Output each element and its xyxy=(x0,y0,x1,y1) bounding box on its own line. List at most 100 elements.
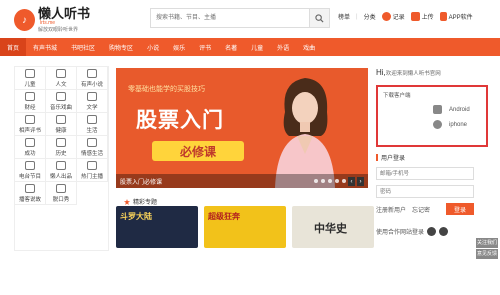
thumb-china-history[interactable]: 中华史 xyxy=(292,206,374,248)
site-logo[interactable]: ♪ 懒人听书lrts.me 解放双眼聆听世界 xyxy=(14,6,104,33)
top-bar: ♪ 懒人听书lrts.me 解放双眼聆听世界 榜单 | 分类 记录 上传 APP… xyxy=(0,0,500,36)
banner-title: 股票入门 xyxy=(136,109,224,132)
star-icon xyxy=(124,198,130,205)
nav-item-opera[interactable]: 戏曲 xyxy=(296,38,322,56)
search-input[interactable] xyxy=(151,9,309,27)
carousel-dots[interactable] xyxy=(314,179,346,183)
category-humanities[interactable]: 人文 xyxy=(46,67,77,90)
document-icon xyxy=(87,91,97,101)
category-children[interactable]: 儿童 xyxy=(15,67,46,90)
promo-banner[interactable]: 零基础也能学的买股技巧 股票入门 必修课 股票入门必修课 ‹ › xyxy=(116,68,368,188)
logo-domain: lrts.me xyxy=(40,20,56,26)
qq-login-icon[interactable] xyxy=(439,227,449,236)
category-crosstalk[interactable]: 相声评书 xyxy=(15,113,46,136)
password-input[interactable] xyxy=(376,185,474,198)
category-health[interactable]: 健康 xyxy=(46,113,77,136)
record-icon xyxy=(381,12,391,21)
phone-icon xyxy=(439,12,447,21)
banner-subtitle: 零基础也能学的买股技巧 xyxy=(128,86,205,93)
coin-icon xyxy=(25,91,35,101)
featured-thumbnails: 斗罗大陆 超级狂奔 中华史 xyxy=(116,206,374,248)
login-panel: 用户登录 注册新用户 忘记密 登录 使用合作网站登录 xyxy=(376,153,488,236)
person-icon xyxy=(56,68,66,78)
nav-item-pingshu[interactable]: 评书 xyxy=(192,38,218,56)
microphone-icon xyxy=(87,160,97,170)
floating-toolbar: 关注我们 意见反馈 xyxy=(476,238,498,260)
speech-icon xyxy=(25,183,35,193)
nav-item-language[interactable]: 外语 xyxy=(270,38,296,56)
login-button[interactable]: 登录 xyxy=(446,203,474,215)
nav-item-bookstore[interactable]: 有声书城 xyxy=(26,38,64,56)
register-link[interactable]: 注册新用户 xyxy=(376,205,406,214)
weibo-login-icon[interactable] xyxy=(427,227,437,236)
upload-icon xyxy=(410,12,420,21)
category-history[interactable]: 历史 xyxy=(46,136,77,159)
category-audio-novel[interactable]: 有声小说 xyxy=(77,67,108,90)
category-music-opera[interactable]: 音乐戏曲 xyxy=(46,90,77,113)
top-links: 榜单 | 分类 记录 上传 APP软件 xyxy=(338,12,473,21)
username-input[interactable] xyxy=(376,167,474,180)
category-success[interactable]: 成功 xyxy=(15,136,46,159)
category-hot-anchor[interactable]: 热门主播 xyxy=(77,159,108,182)
upload-link[interactable]: 上传 xyxy=(410,12,434,21)
nav-item-entertainment[interactable]: 娱乐 xyxy=(166,38,192,56)
category-emotion[interactable]: 情感生活 xyxy=(77,136,108,159)
download-label: 下载客户端 xyxy=(383,93,411,99)
follow-us-button[interactable]: 关注我们 xyxy=(476,238,498,248)
iphone-download[interactable]: iphone xyxy=(433,120,481,129)
music-icon xyxy=(56,91,66,101)
search-bar xyxy=(150,8,330,28)
thumb-super-run[interactable]: 超级狂奔 xyxy=(204,206,286,248)
carousel-next-button[interactable]: › xyxy=(357,177,364,186)
right-panel: Hi,欢迎来到懒人听书官网 下载客户端 Android iphone 用户登录 … xyxy=(376,68,488,236)
partner-login-label: 使用合作网站登录 xyxy=(376,230,425,236)
star-icon xyxy=(56,160,66,170)
nav-item-shopping[interactable]: 购物专区 xyxy=(102,38,140,56)
feedback-button[interactable]: 意见反馈 xyxy=(476,249,498,259)
category-literature[interactable]: 文学 xyxy=(77,90,108,113)
leaf-icon xyxy=(87,114,97,124)
fan-icon xyxy=(25,114,35,124)
ranking-link[interactable]: 榜单 xyxy=(338,12,350,21)
category-lrts-original[interactable]: 懒人出品 xyxy=(46,159,77,182)
radio-icon xyxy=(25,160,35,170)
app-link[interactable]: APP软件 xyxy=(439,12,473,21)
android-download[interactable]: Android xyxy=(433,105,481,114)
android-icon xyxy=(433,105,442,114)
banner-pill: 必修课 xyxy=(152,141,244,161)
category-link[interactable]: 分类 xyxy=(364,12,376,21)
child-icon xyxy=(25,68,35,78)
category-life[interactable]: 生活 xyxy=(77,113,108,136)
pill-icon xyxy=(56,114,66,124)
category-talk-show[interactable]: 脱口秀 xyxy=(46,182,77,205)
nav-item-classics[interactable]: 名著 xyxy=(218,38,244,56)
apple-icon xyxy=(433,120,442,129)
logo-slogan: 解放双眼聆听世界 xyxy=(38,27,79,33)
login-title: 用户登录 xyxy=(381,156,406,162)
presenter-image xyxy=(275,78,335,188)
headphones-logo-icon: ♪ xyxy=(14,9,36,31)
record-link[interactable]: 记录 xyxy=(381,12,405,21)
welcome-text: Hi,欢迎来到懒人听书官网 xyxy=(376,68,441,77)
logo-name: 懒人听书 xyxy=(38,6,91,21)
thumb-douluo[interactable]: 斗罗大陆 xyxy=(116,206,198,248)
nav-item-children[interactable]: 儿童 xyxy=(244,38,270,56)
search-button[interactable] xyxy=(309,9,329,27)
nav-item-home[interactable]: 首页 xyxy=(0,38,27,56)
nav-item-community[interactable]: 书吧社区 xyxy=(64,38,102,56)
category-finance[interactable]: 财经 xyxy=(15,90,46,113)
main-nav: 首页 有声书城 书吧社区 购物专区 小说 娱乐 评书 名著 儿童 外语 戏曲 主… xyxy=(0,38,500,120)
forgot-password-link[interactable]: 忘记密 xyxy=(412,205,430,214)
download-client-box: 下载客户端 Android iphone xyxy=(376,85,488,147)
scroll-icon xyxy=(56,137,66,147)
chat-icon xyxy=(56,183,66,193)
category-sidebar: 儿童 人文 有声小说 财经 音乐戏曲 文学 相声评书 健康 生活 成功 历史 情… xyxy=(14,66,109,251)
heart-icon xyxy=(87,137,97,147)
book-icon xyxy=(87,68,97,78)
nav-item-novel[interactable]: 小说 xyxy=(140,38,166,56)
carousel-prev-button[interactable]: ‹ xyxy=(348,177,355,186)
category-podcast[interactable]: 播客说故 xyxy=(15,182,46,205)
search-icon xyxy=(315,13,324,23)
category-radio[interactable]: 电台节目 xyxy=(15,159,46,182)
trophy-icon xyxy=(25,137,35,147)
